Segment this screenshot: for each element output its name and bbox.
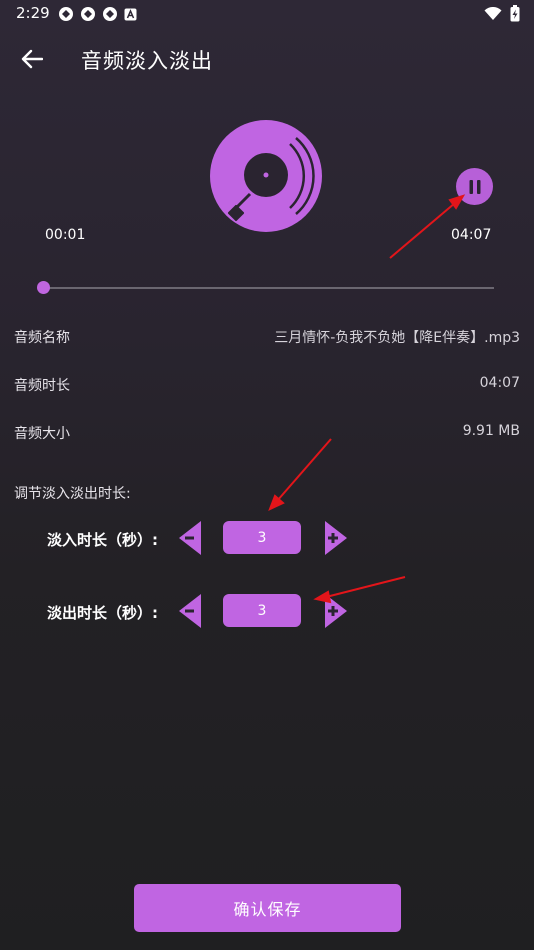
annotation-arrows — [268, 194, 466, 604]
save-button[interactable]: 确认保存 — [134, 884, 401, 932]
